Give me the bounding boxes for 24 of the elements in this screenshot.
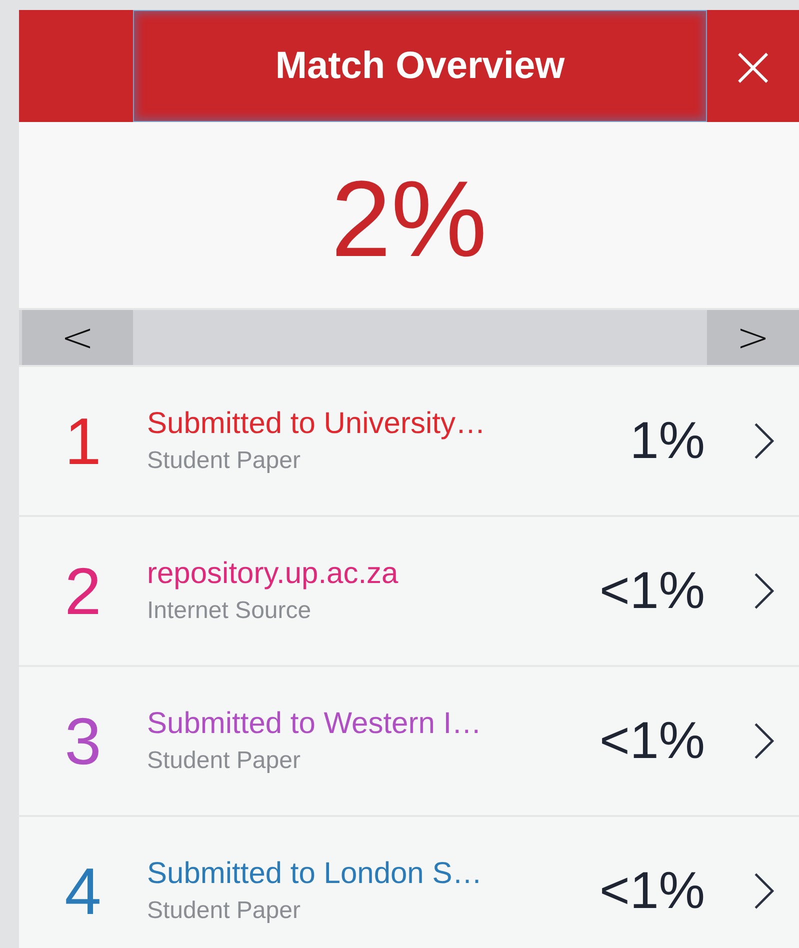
match-percent: <1%	[599, 561, 705, 621]
match-rank: 4	[64, 858, 102, 924]
source-type: Internet Source	[147, 597, 312, 625]
match-percent: 1%	[630, 411, 705, 471]
source-type: Student Paper	[147, 897, 302, 925]
match-percent: <1%	[599, 711, 705, 771]
chevron-right-icon[interactable]	[753, 572, 775, 610]
source-type: Student Paper	[147, 447, 302, 475]
next-button[interactable]: >	[707, 310, 799, 365]
source-name: repository.up.ac.za	[147, 557, 400, 591]
match-rank: 3	[64, 708, 102, 774]
overall-score: 2%	[330, 165, 488, 273]
chevron-right-icon[interactable]	[753, 872, 775, 910]
chevron-right-icon[interactable]	[753, 722, 775, 760]
source-type: Student Paper	[147, 747, 302, 775]
match-rank: 2	[64, 558, 102, 624]
match-rank: 1	[64, 408, 102, 474]
source-name: Submitted to London S…	[147, 857, 484, 891]
panel-title: Match Overview	[133, 10, 707, 122]
previous-button[interactable]: <	[22, 310, 133, 365]
chevron-right-icon[interactable]	[753, 422, 775, 460]
source-name: Submitted to University…	[147, 407, 486, 441]
source-name: Submitted to Western I…	[147, 707, 483, 741]
match-percent: <1%	[599, 861, 705, 921]
